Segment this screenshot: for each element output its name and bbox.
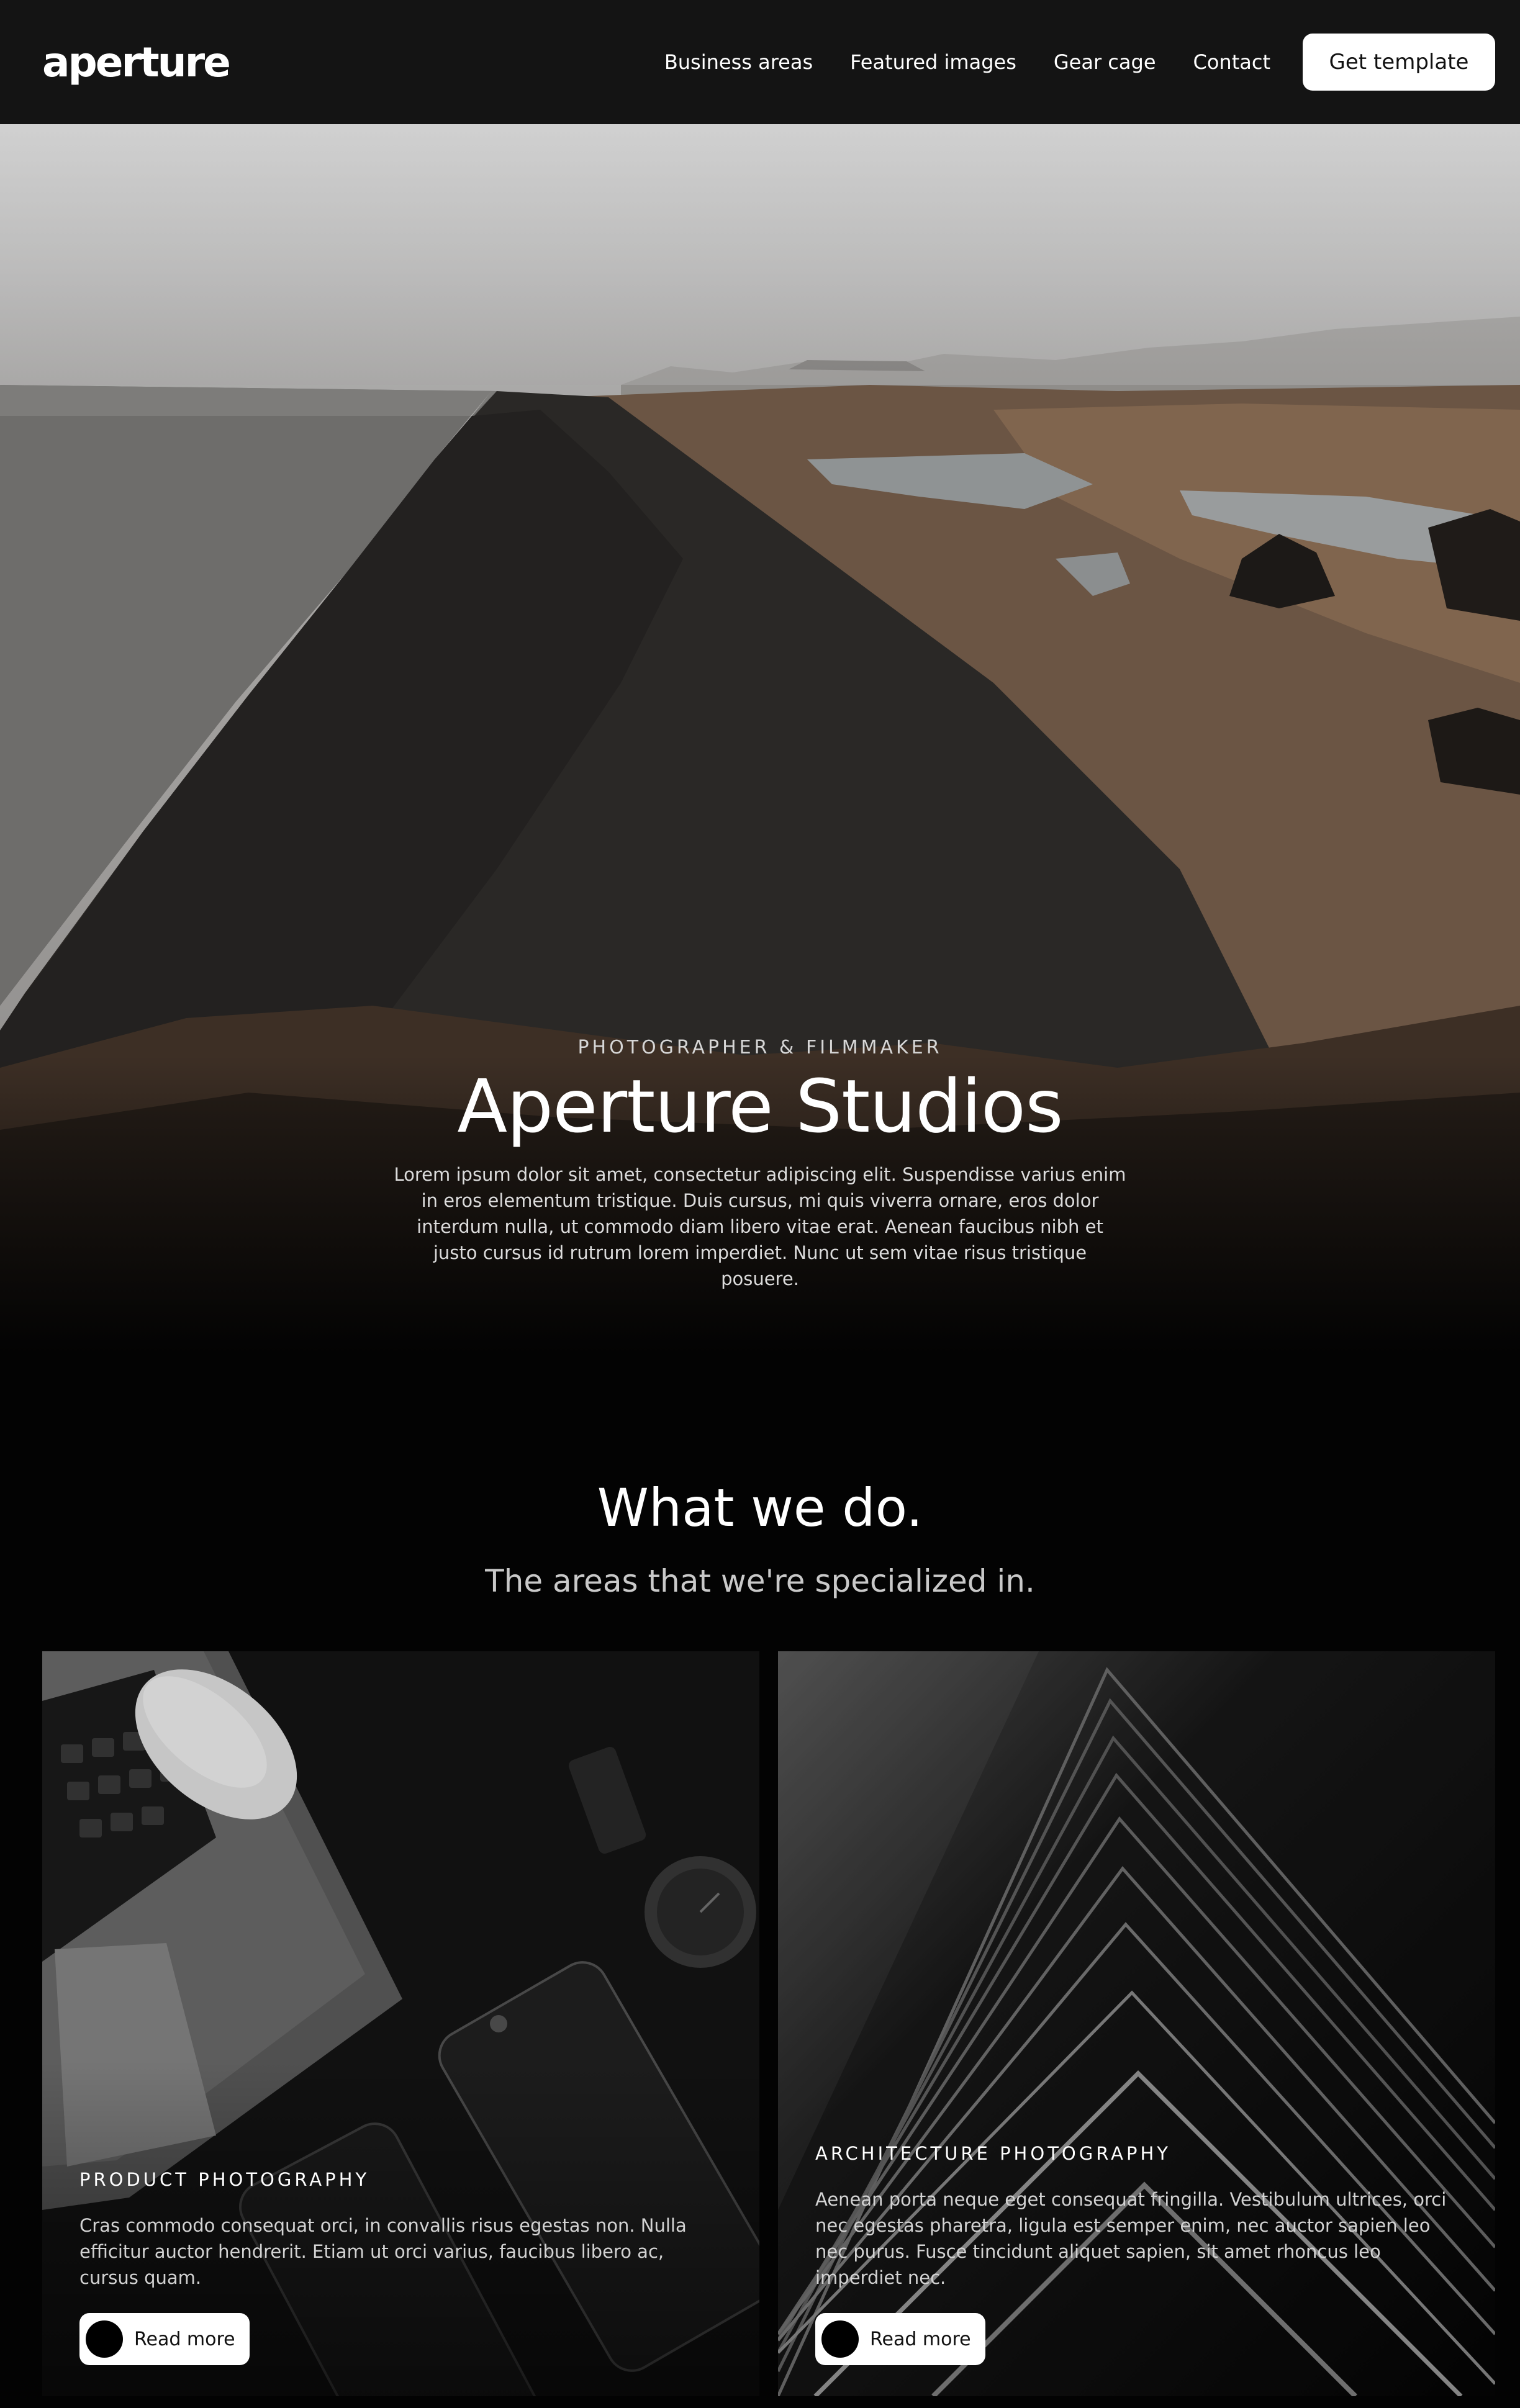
card-description: Aenean porta neque eget consequat fringi… [815,2189,1447,2288]
hero-eyebrow: PHOTOGRAPHER & FILMMAKER [577,1037,943,1058]
nav-link-business-areas[interactable]: Business areas [664,50,813,74]
card-text: ARCHITECTURE PHOTOGRAPHY Aenean porta ne… [815,2143,1458,2365]
service-cards: PRODUCT PHOTOGRAPHY Cras commodo consequ… [42,1651,1495,2396]
hero-section: PHOTOGRAPHER & FILMMAKER Aperture Studio… [0,124,1520,1353]
circle-icon [821,2320,859,2358]
nav-link-gear-cage[interactable]: Gear cage [1054,50,1156,74]
what-we-do-section: What we do. The areas that we're special… [0,1477,1520,1599]
nav-link-featured-images[interactable]: Featured images [850,50,1016,74]
section-subtitle: The areas that we're specialized in. [485,1563,1035,1599]
top-navbar: aperture Business areas Featured images … [0,0,1520,124]
card-eyebrow: PRODUCT PHOTOGRAPHY [79,2169,370,2190]
hero-text: PHOTOGRAPHER & FILMMAKER Aperture Studio… [0,1037,1520,1292]
card-product-photography: PRODUCT PHOTOGRAPHY Cras commodo consequ… [42,1651,759,2396]
read-more-button[interactable]: Read more [815,2313,985,2365]
card-eyebrow: ARCHITECTURE PHOTOGRAPHY [815,2143,1172,2164]
nav-link-contact[interactable]: Contact [1193,50,1271,74]
read-more-label: Read more [870,2328,971,2350]
card-text: PRODUCT PHOTOGRAPHY Cras commodo consequ… [79,2169,722,2365]
logo[interactable]: aperture [42,38,231,86]
circle-icon [86,2320,123,2358]
nav-links: Business areas Featured images Gear cage… [664,50,1270,74]
hero-description: Lorem ipsum dolor sit amet, consectetur … [394,1164,1126,1289]
section-title: What we do. [597,1477,923,1538]
hero-title: Aperture Studios [457,1063,1063,1149]
get-template-button[interactable]: Get template [1303,34,1495,91]
read-more-button[interactable]: Read more [79,2313,250,2365]
read-more-label: Read more [134,2328,235,2350]
card-description: Cras commodo consequat orci, in convalli… [79,2215,687,2288]
card-architecture-photography: ARCHITECTURE PHOTOGRAPHY Aenean porta ne… [778,1651,1495,2396]
